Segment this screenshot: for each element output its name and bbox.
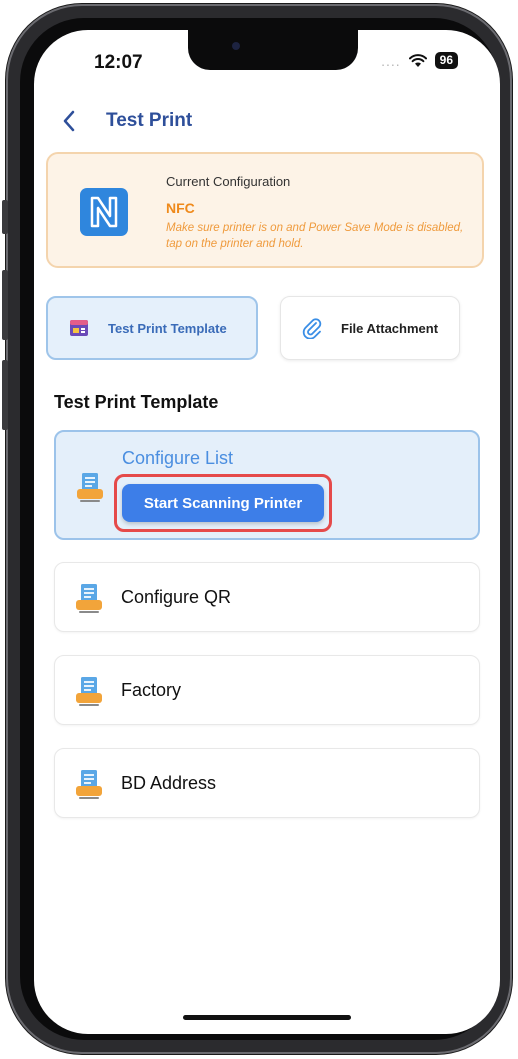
section-title: Test Print Template [54, 392, 219, 412]
config-description: Make sure printer is on and Power Save M… [166, 222, 464, 250]
printer-icon [76, 770, 102, 799]
tab-file-attachment[interactable]: File Attachment [280, 296, 460, 360]
tab-label: File Attachment [341, 320, 439, 336]
list-item-configure-list[interactable]: Configure List Start Scanning Printer [54, 430, 480, 540]
page-title: Test Print [106, 110, 193, 131]
template-icon [70, 320, 88, 336]
printer-icon [77, 473, 103, 502]
volume-up-button [2, 270, 8, 340]
status-time: 12:07 [94, 52, 143, 73]
list-item-label: Configure List [122, 448, 234, 468]
home-indicator[interactable] [183, 1015, 351, 1020]
signal-icon: .... [381, 52, 401, 69]
status-bar-right: .... 96 [381, 52, 458, 69]
tab-test-print-template[interactable]: Test Print Template [46, 296, 258, 360]
notch [188, 30, 358, 70]
list-item-bd-address[interactable]: BD Address [54, 748, 480, 818]
printer-icon [76, 677, 102, 706]
config-value: NFC [166, 200, 195, 216]
list-item-label: Configure QR [121, 587, 232, 607]
camera-icon [232, 42, 240, 50]
list-item-configure-qr[interactable]: Configure QR [54, 562, 480, 632]
volume-down-button [2, 360, 8, 430]
list-item-factory[interactable]: Factory [54, 655, 480, 725]
current-configuration-card: Current Configuration NFC Make sure prin… [46, 152, 484, 268]
tab-label: Test Print Template [108, 320, 227, 336]
nav-bar: Test Print [34, 108, 500, 136]
battery-indicator: 96 [434, 52, 458, 69]
wifi-icon [408, 53, 427, 67]
list-item-label: Factory [121, 680, 182, 700]
screen: 12:07 .... 96 Test Print Current Configu… [34, 30, 500, 1034]
nfc-icon [80, 188, 128, 236]
start-scanning-printer-button[interactable]: Start Scanning Printer [122, 484, 324, 522]
paperclip-icon [302, 318, 322, 339]
config-label: Current Configuration [166, 174, 291, 189]
printer-icon [76, 584, 102, 613]
list-item-label: BD Address [121, 773, 217, 793]
back-chevron-icon[interactable] [62, 110, 76, 132]
mute-switch [2, 200, 8, 234]
